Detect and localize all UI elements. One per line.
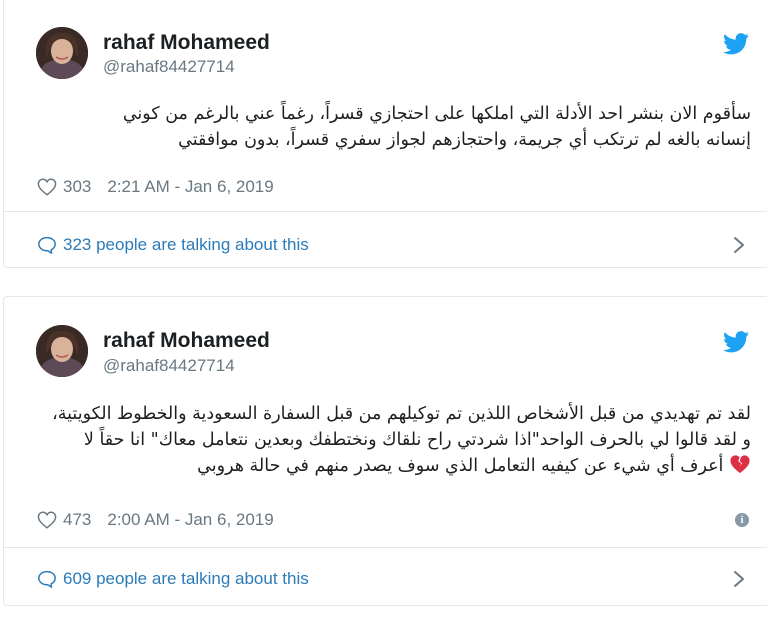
talking-text[interactable]: 609 people are talking about this bbox=[63, 569, 309, 589]
chevron-right-icon[interactable] bbox=[733, 236, 745, 254]
avatar-image bbox=[36, 325, 88, 377]
tweet-text-line: إنسانه بالغه لم ترتكب أي جريمة، واحتجازه… bbox=[178, 130, 751, 150]
talking-text[interactable]: 323 people are talking about this bbox=[63, 235, 309, 255]
tweet-text-line: لقد تم تهديدي من قبل الأشخاص اللذين تم ت… bbox=[52, 404, 751, 424]
tweet-text-line: سأقوم الان بنشر احد الأدلة التي املكها ع… bbox=[122, 104, 751, 124]
twitter-bird-icon[interactable] bbox=[723, 331, 749, 353]
tweet-card[interactable]: rahaf Mohameed @rahaf84427714 سأقوم الان… bbox=[3, 0, 767, 268]
talking-link[interactable]: 323 people are talking about this bbox=[37, 235, 751, 255]
tweet-timestamp[interactable]: 2:00 AM - Jan 6, 2019 bbox=[107, 510, 273, 530]
tweet-meta: 473 2:00 AM - Jan 6, 2019 bbox=[37, 510, 274, 530]
user-name[interactable]: rahaf Mohameed bbox=[103, 31, 270, 55]
user-handle[interactable]: @rahaf84427714 bbox=[103, 356, 235, 376]
divider bbox=[4, 211, 767, 212]
user-name[interactable]: rahaf Mohameed bbox=[103, 329, 270, 353]
heart-outline-icon[interactable] bbox=[37, 511, 57, 529]
speech-bubble-icon bbox=[38, 570, 56, 588]
tweet-meta: 303 2:21 AM - Jan 6, 2019 bbox=[37, 177, 274, 197]
avatar-image bbox=[36, 27, 88, 79]
tweet-text-span: أعرف أي شيء عن كيفيه التعامل الذي سوف يص… bbox=[197, 456, 724, 476]
user-handle[interactable]: @rahaf84427714 bbox=[103, 57, 235, 77]
twitter-bird-icon[interactable] bbox=[723, 33, 749, 55]
tweet-timestamp[interactable]: 2:21 AM - Jan 6, 2019 bbox=[107, 177, 273, 197]
tweet-text-line-last: أعرف أي شيء عن كيفيه التعامل الذي سوف يص… bbox=[34, 453, 751, 479]
info-icon[interactable]: i bbox=[735, 513, 749, 527]
avatar[interactable] bbox=[36, 325, 88, 377]
heart-outline-icon[interactable] bbox=[37, 178, 57, 196]
tweet-card[interactable]: rahaf Mohameed @rahaf84427714 لقد تم تهد… bbox=[3, 296, 767, 606]
like-count[interactable]: 473 bbox=[63, 510, 91, 530]
talking-link[interactable]: 609 people are talking about this bbox=[37, 569, 751, 589]
chevron-right-icon[interactable] bbox=[733, 570, 745, 588]
speech-bubble-icon bbox=[38, 236, 56, 254]
tweet-text: سأقوم الان بنشر احد الأدلة التي املكها ع… bbox=[34, 101, 751, 153]
broken-heart-icon bbox=[730, 455, 750, 474]
tweet-text: لقد تم تهديدي من قبل الأشخاص اللذين تم ت… bbox=[34, 401, 751, 479]
divider bbox=[4, 547, 767, 548]
like-count[interactable]: 303 bbox=[63, 177, 91, 197]
avatar[interactable] bbox=[36, 27, 88, 79]
tweet-text-line: و لقد قالوا لي بالحرف الواحد"اذا شردتي ر… bbox=[83, 430, 751, 450]
